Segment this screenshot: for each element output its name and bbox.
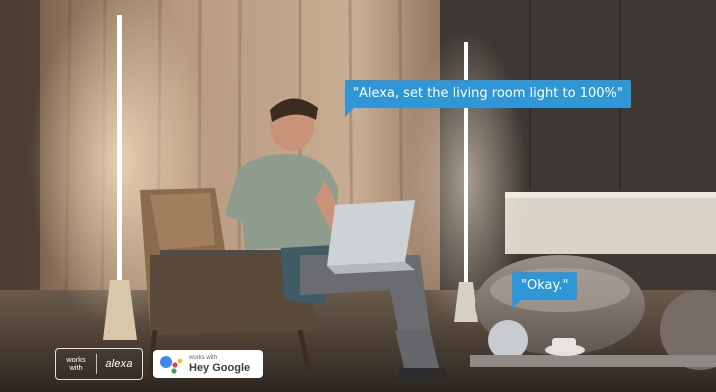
google-badge-text: works with Hey Google [189,355,250,374]
works-with-alexa-badge: works with alexa [55,348,143,380]
alexa-logo: alexa [105,358,133,370]
works-with-text: works with [189,354,218,361]
living-room-scene: "Alexa, set the living room light to 100… [0,0,716,392]
reply-bubble: "Okay." [512,272,578,309]
alexa-command-bubble: "Alexa, set the living room light to 100… [345,80,631,117]
hey-google-text: Hey Google [189,361,251,374]
with-text: with [69,363,83,372]
bubble-tail [512,299,522,309]
alexa-command-text: "Alexa, set the living room light to 100… [353,86,623,101]
bubble-tail [345,107,355,117]
works-with-google-badge: works with Hey Google [153,350,263,378]
room-photo [0,0,716,392]
google-assistant-icon [159,354,185,374]
reply-text: "Okay." [521,278,569,293]
works-with-label: works with [56,356,96,372]
